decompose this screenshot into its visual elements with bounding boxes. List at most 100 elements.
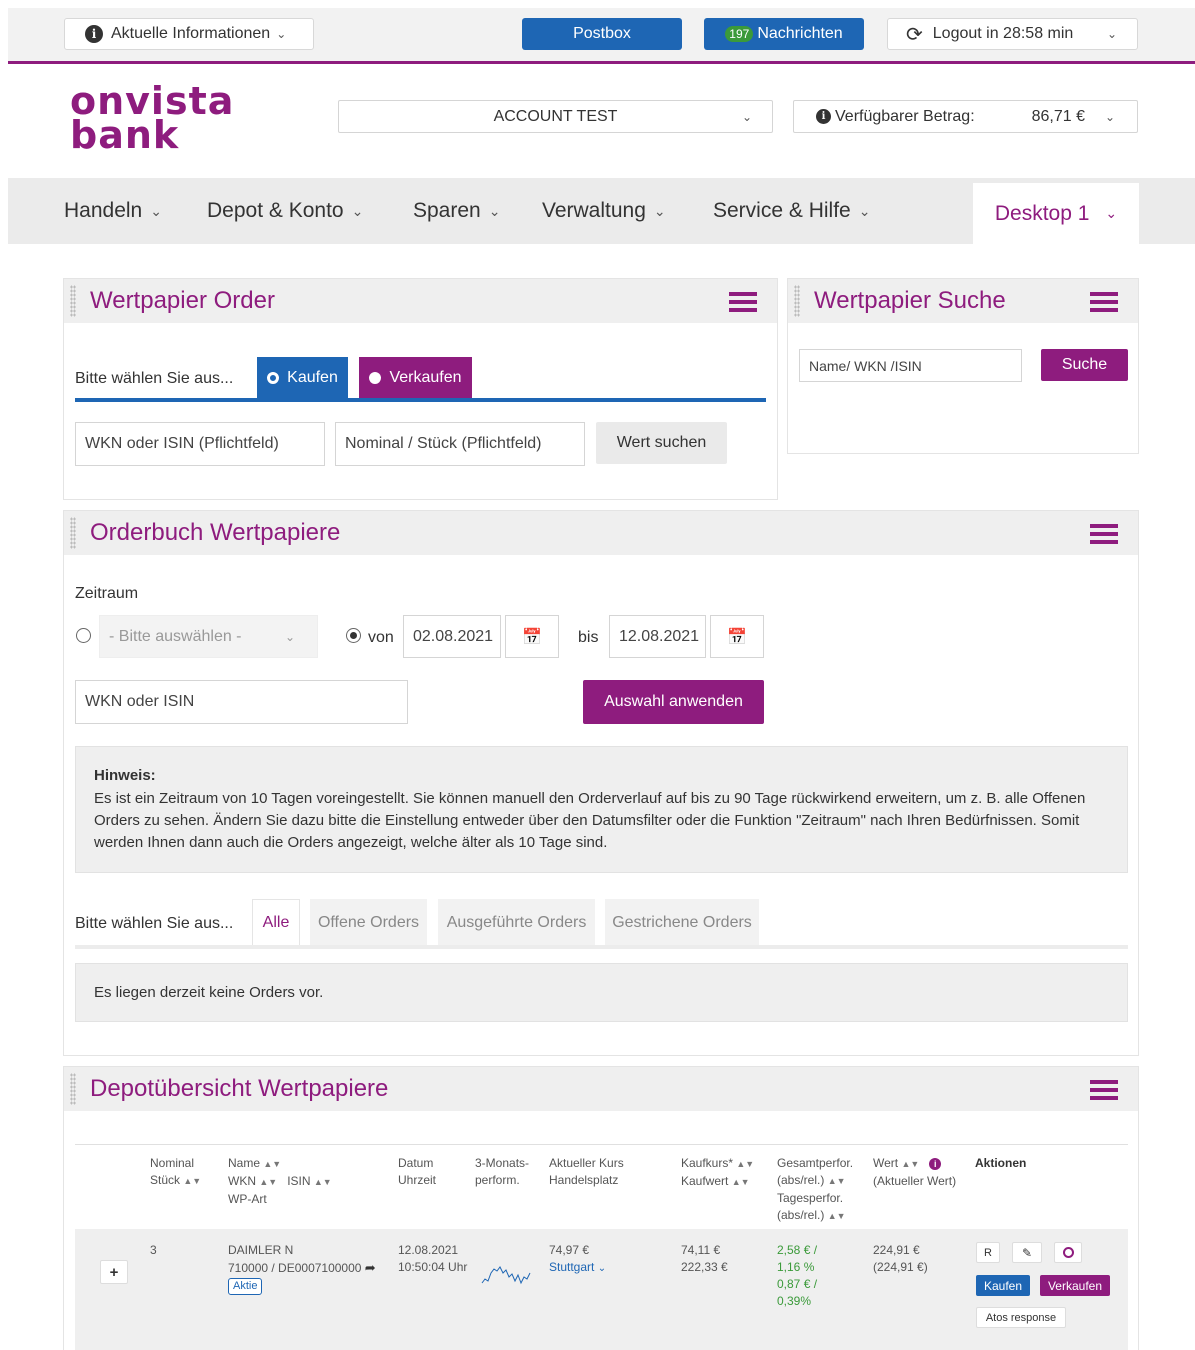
sort-icon: ▲▼ — [313, 1177, 332, 1187]
cell-date: 12.08.2021 10:50:04 Uhr — [398, 1242, 467, 1276]
drag-handle-icon[interactable] — [70, 285, 76, 317]
share-arrow-icon[interactable]: ➦ — [365, 1260, 376, 1275]
menu-icon[interactable] — [729, 292, 757, 312]
postbox-button[interactable]: Postbox — [522, 18, 682, 50]
menu-icon[interactable] — [1090, 1080, 1118, 1100]
header-line: Name — [228, 1156, 261, 1170]
options-button[interactable] — [1054, 1242, 1082, 1263]
account-select[interactable]: ACCOUNT TEST ⌄ — [338, 100, 773, 133]
nav-verwaltung[interactable]: Verwaltung ⌄ — [542, 178, 666, 244]
logout-label: Logout in 28:58 min — [932, 25, 1074, 42]
sort-icon: ▲▼ — [731, 1177, 750, 1187]
onvista-bank-logo[interactable]: onvista bank — [70, 82, 234, 154]
sell-label: Verkaufen — [389, 368, 462, 386]
cell-name: DAIMLER N 710000 / DE0007100000 ➦ Aktie — [228, 1242, 376, 1295]
apply-filter-button[interactable]: Auswahl anwenden — [583, 680, 764, 724]
circle-icon — [1062, 1247, 1074, 1258]
chevron-down-icon: ⌄ — [284, 629, 295, 644]
col-header-total[interactable]: Gesamtperfor. (abs/rel.) ▲▼ Tagesperfor.… — [777, 1155, 853, 1225]
drag-handle-icon[interactable] — [70, 517, 76, 549]
sort-icon: ▲▼ — [827, 1176, 846, 1186]
to-date-input[interactable]: 12.08.2021 — [609, 615, 706, 658]
col-header-date: Datum Uhrzeit — [398, 1155, 436, 1189]
info-icon[interactable]: i — [929, 1158, 942, 1170]
r-button[interactable]: R — [976, 1242, 1000, 1263]
header-line: Tagesperfor. — [777, 1191, 844, 1205]
available-amount-dropdown[interactable]: i Verfügbarer Betrag: 86,71 € ⌄ — [793, 100, 1138, 133]
nav-depot-konto[interactable]: Depot & Konto ⌄ — [207, 178, 363, 244]
atos-response-button[interactable]: Atos response — [976, 1307, 1066, 1328]
edit-button[interactable]: ✎ — [1012, 1242, 1042, 1263]
header-line: (Aktueller Wert) — [873, 1174, 957, 1188]
info-icon: i — [816, 109, 831, 124]
period-preset-radio[interactable] — [76, 628, 91, 643]
main-navigation: Handeln ⌄ Depot & Konto ⌄ Sparen ⌄ Verwaltu… — [8, 178, 1195, 244]
info-dropdown[interactable]: i Aktuelle Informationen ⌄ — [64, 18, 314, 50]
buy-radio-tab[interactable]: Kaufen — [257, 357, 348, 398]
nominal-input[interactable]: Nominal / Stück (Pflichtfeld) — [335, 422, 585, 466]
search-value-button[interactable]: Wert suchen — [596, 422, 727, 464]
nav-handeln[interactable]: Handeln ⌄ — [64, 178, 162, 244]
sort-icon: ▲▼ — [901, 1159, 920, 1169]
menu-icon[interactable] — [1090, 524, 1118, 544]
expand-row-button[interactable]: + — [100, 1260, 128, 1284]
messages-button[interactable]: 197 Nachrichten — [704, 18, 864, 50]
info-icon: i — [85, 25, 103, 43]
col-header-name[interactable]: Name ▲▼ WKN ▲▼ ISIN ▲▼ WP-Art — [228, 1155, 332, 1208]
available-value: 86,71 € — [1031, 107, 1085, 125]
chevron-down-icon[interactable]: ⌄ — [598, 1263, 606, 1274]
header-line: WKN — [228, 1174, 256, 1188]
messages-label: Nachrichten — [757, 25, 843, 42]
period-preset-select[interactable]: - Bitte auswählen - ⌄ — [99, 615, 318, 658]
buy-price: 74,11 € — [681, 1243, 721, 1257]
col-header-value[interactable]: Wert ▲▼ i (Aktueller Wert) — [873, 1155, 956, 1190]
total-perf-abs: 2,58 € / — [777, 1243, 818, 1257]
wkn-isin: 710000 / DE0007100000 — [228, 1261, 362, 1275]
table-top-rule — [75, 1144, 1128, 1145]
row-sell-button[interactable]: Verkaufen — [1040, 1275, 1110, 1296]
tab-executed-orders[interactable]: Ausgeführte Orders — [438, 899, 595, 946]
nav-sparen[interactable]: Sparen ⌄ — [413, 178, 500, 244]
order-panel: Wertpapier Order Bitte wählen Sie aus...… — [63, 278, 778, 500]
tab-cancelled-orders[interactable]: Gestrichene Orders — [605, 899, 759, 946]
col-header-buy[interactable]: Kaufkurs* ▲▼ Kaufwert ▲▼ — [681, 1155, 754, 1191]
nav-label: Depot & Konto — [207, 199, 344, 222]
to-label: bis — [578, 629, 599, 646]
from-calendar-button[interactable]: 📅 — [505, 615, 559, 658]
radio-icon — [267, 371, 280, 384]
search-button[interactable]: Suche — [1041, 349, 1128, 381]
col-header-actions: Aktionen — [975, 1156, 1027, 1170]
logout-timer-dropdown[interactable]: ⟳ Logout in 28:58 min ⌄ — [887, 18, 1138, 50]
orderbook-wkn-input[interactable]: WKN oder ISIN — [75, 680, 408, 724]
from-date-input[interactable]: 02.08.2021 — [403, 615, 501, 658]
security-name[interactable]: DAIMLER N — [228, 1242, 376, 1259]
col-header-nominal[interactable]: Nominal Stück ▲▼ — [150, 1155, 201, 1190]
menu-icon[interactable] — [1090, 292, 1118, 312]
empty-orders-message: Es liegen derzeit keine Orders vor. — [75, 963, 1128, 1022]
hint-box: Hinweis: Es ist ein Zeitraum von 10 Tage… — [75, 746, 1128, 873]
security-search-input[interactable]: Name/ WKN /ISIN — [799, 349, 1022, 382]
row-buy-button[interactable]: Kaufen — [976, 1275, 1030, 1296]
to-calendar-button[interactable]: 📅 — [710, 615, 764, 658]
sell-radio-tab[interactable]: Verkaufen — [359, 357, 472, 398]
chevron-down-icon: ⌄ — [741, 109, 752, 124]
tab-open-orders[interactable]: Offene Orders — [310, 899, 427, 946]
col-header-price: Aktueller Kurs Handelsplatz — [549, 1155, 624, 1189]
drag-handle-icon[interactable] — [794, 285, 800, 317]
sort-icon: ▲▼ — [827, 1211, 846, 1221]
header-line: Wert — [873, 1156, 899, 1170]
sort-icon: ▲▼ — [259, 1177, 278, 1187]
drag-handle-icon[interactable] — [70, 1073, 76, 1105]
nav-label: Verwaltung — [542, 199, 646, 222]
time: 10:50:04 Uhr — [398, 1260, 468, 1274]
nav-desktop-selector[interactable]: Desktop 1 ⌄ — [973, 183, 1139, 244]
chevron-down-icon: ⌄ — [1104, 109, 1115, 124]
nav-service-hilfe[interactable]: Service & Hilfe ⌄ — [713, 178, 870, 244]
date-range-radio[interactable] — [346, 628, 361, 643]
nav-label: Service & Hilfe — [713, 199, 851, 222]
nav-label: Sparen — [413, 199, 481, 222]
wkn-isin-input[interactable]: WKN oder ISIN (Pflichtfeld) — [75, 422, 325, 466]
tab-alle[interactable]: Alle — [252, 899, 300, 946]
col-header-perf3m: 3-Monats- perform. — [475, 1155, 529, 1189]
trading-venue[interactable]: Stuttgart — [549, 1260, 594, 1274]
